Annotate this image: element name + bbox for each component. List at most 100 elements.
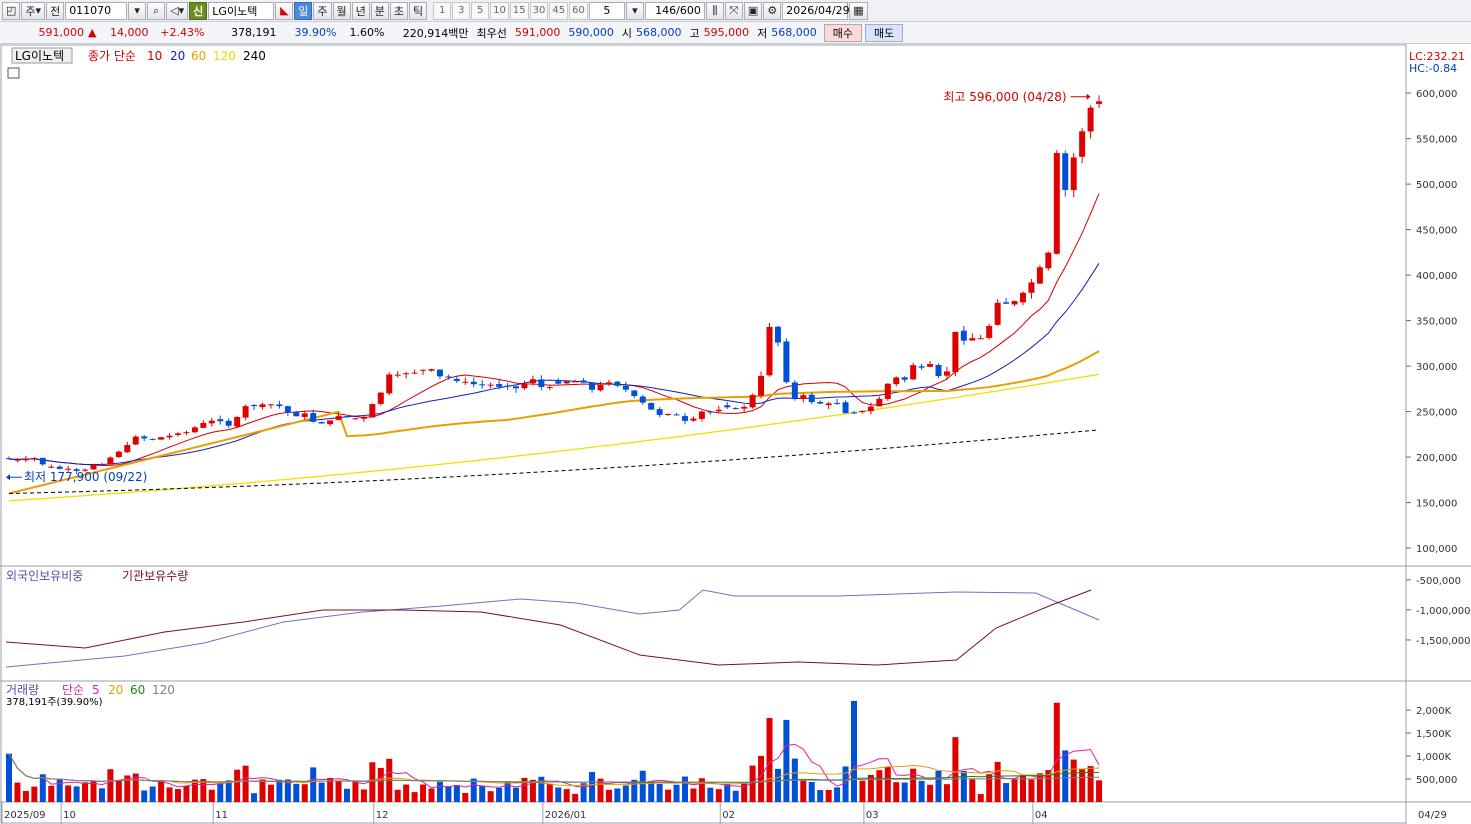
compare-icon[interactable]: ⤧ — [724, 1, 743, 20]
highest-price-label: 최고 596,000 (04/28) — [943, 90, 1066, 104]
volume-bar — [310, 767, 317, 802]
period-tab-day[interactable]: 일 — [294, 1, 313, 20]
trade-amount: 220,914백만 — [402, 26, 469, 40]
minute-option-30[interactable]: 30 — [529, 1, 549, 20]
candle-body — [344, 416, 350, 418]
volume-bar — [977, 794, 984, 802]
gear-icon[interactable]: ⚙ — [763, 1, 782, 20]
candle-body — [851, 412, 857, 414]
candle-body — [707, 411, 714, 413]
volume-bar — [453, 785, 460, 802]
panel2-tick-label: -1,000,000 — [1416, 606, 1471, 617]
volume-bar — [1053, 702, 1060, 802]
volume-bar — [403, 784, 410, 802]
buy-button[interactable]: 매수 — [823, 23, 862, 42]
chart-frame — [0, 44, 1407, 824]
legend-stock-name: LG이노텍 — [15, 49, 64, 63]
volume-bar — [656, 784, 663, 802]
volume-bar — [217, 783, 224, 802]
volume-bar — [369, 762, 376, 802]
candle-body — [766, 326, 773, 376]
volume-bar — [622, 785, 629, 802]
candle-body — [479, 384, 486, 386]
price-tick-label: 100,000 — [1416, 544, 1457, 555]
minute-dropdown-icon[interactable]: ▾ — [625, 1, 644, 20]
price-tick-label: 350,000 — [1416, 317, 1457, 328]
legend-ma-10: 10 — [147, 49, 162, 63]
volume-bar — [1003, 783, 1010, 802]
candle-body — [817, 401, 824, 404]
candle-body — [31, 458, 38, 460]
volume-bar — [48, 785, 55, 802]
flag-icon[interactable]: ◣ — [275, 1, 294, 20]
volume-ma-60: 60 — [130, 683, 145, 697]
date-input[interactable]: 2026/04/29 — [782, 1, 850, 20]
candle-body — [783, 341, 790, 383]
volume-bar — [360, 789, 367, 802]
volume-bar — [834, 787, 841, 802]
candle-body — [200, 422, 207, 428]
candle-body — [1070, 157, 1077, 191]
candle-body — [1045, 252, 1052, 269]
candle-body — [22, 458, 29, 461]
candle-tool-icon[interactable]: ⫼ — [705, 1, 724, 20]
period-tab-second[interactable]: 초 — [389, 1, 409, 20]
high-label: 고 — [689, 26, 700, 40]
market-select[interactable]: 주 ▾ — [21, 1, 46, 20]
sell-button[interactable]: 매도 — [864, 23, 904, 42]
volume-ma-5: 5 — [92, 683, 100, 697]
candle-body — [1020, 292, 1026, 303]
minute-input[interactable]: 5 — [588, 1, 625, 20]
speaker-icon[interactable]: ◁▾ — [166, 1, 189, 20]
candle-body — [538, 379, 545, 388]
candle-body — [39, 457, 46, 465]
period-tab-month[interactable]: 월 — [332, 1, 351, 20]
minute-option-45[interactable]: 45 — [549, 1, 569, 20]
volume-bar — [318, 782, 325, 802]
minute-option-60[interactable]: 60 — [569, 1, 588, 20]
prev-button[interactable]: 전 — [46, 1, 65, 20]
volume-ratio: 39.90% — [294, 26, 337, 39]
period-tab-week[interactable]: 주 — [313, 1, 332, 20]
candle-body — [301, 413, 308, 417]
x-tick-label: 11 — [215, 810, 228, 821]
candle-body — [901, 377, 908, 380]
candle-body — [673, 414, 680, 416]
volume-bar — [487, 791, 494, 802]
volume-bar — [614, 788, 621, 802]
price-tick-label: 550,000 — [1416, 135, 1457, 146]
candle-body — [893, 377, 900, 385]
candle-body — [377, 392, 384, 404]
count-field[interactable]: 146/600 — [644, 1, 705, 20]
volume-bar — [690, 788, 697, 802]
minute-option-3[interactable]: 3 — [452, 1, 471, 20]
market-value: 주 — [25, 4, 36, 18]
candle-body — [242, 406, 249, 418]
calendar-icon[interactable]: ▦ — [849, 1, 868, 20]
search-icon[interactable]: ⌕ — [147, 1, 166, 20]
minute-option-5[interactable]: 5 — [471, 1, 490, 20]
candle-body — [834, 402, 841, 404]
window-icon[interactable]: ◰ — [2, 1, 21, 20]
candle-body — [318, 422, 325, 424]
panel2-tick-label: -1,500,000 — [1416, 636, 1471, 647]
candle-body — [825, 403, 832, 406]
high-value: 595,000 — [703, 26, 750, 39]
x-right-label: 04/29 — [1418, 810, 1447, 821]
volume-bar — [22, 791, 29, 802]
period-tab-minute[interactable]: 분 — [370, 1, 389, 20]
candle-body — [732, 408, 739, 410]
candle-body — [411, 372, 418, 374]
minute-option-15[interactable]: 15 — [509, 1, 529, 20]
volume-bar — [267, 784, 274, 802]
minute-option-1[interactable]: 1 — [433, 1, 452, 20]
candle-body — [1011, 301, 1018, 305]
period-tab-year[interactable]: 년 — [351, 1, 370, 20]
stock-code-input[interactable]: 011070 — [65, 1, 128, 20]
dropdown-icon[interactable]: ▾ — [128, 1, 147, 20]
volume-bar — [605, 789, 612, 802]
save-icon[interactable]: ▣ — [743, 1, 763, 20]
period-tab-tick[interactable]: 틱 — [409, 1, 428, 20]
minute-option-10[interactable]: 10 — [490, 1, 509, 20]
candle-body — [605, 382, 612, 385]
